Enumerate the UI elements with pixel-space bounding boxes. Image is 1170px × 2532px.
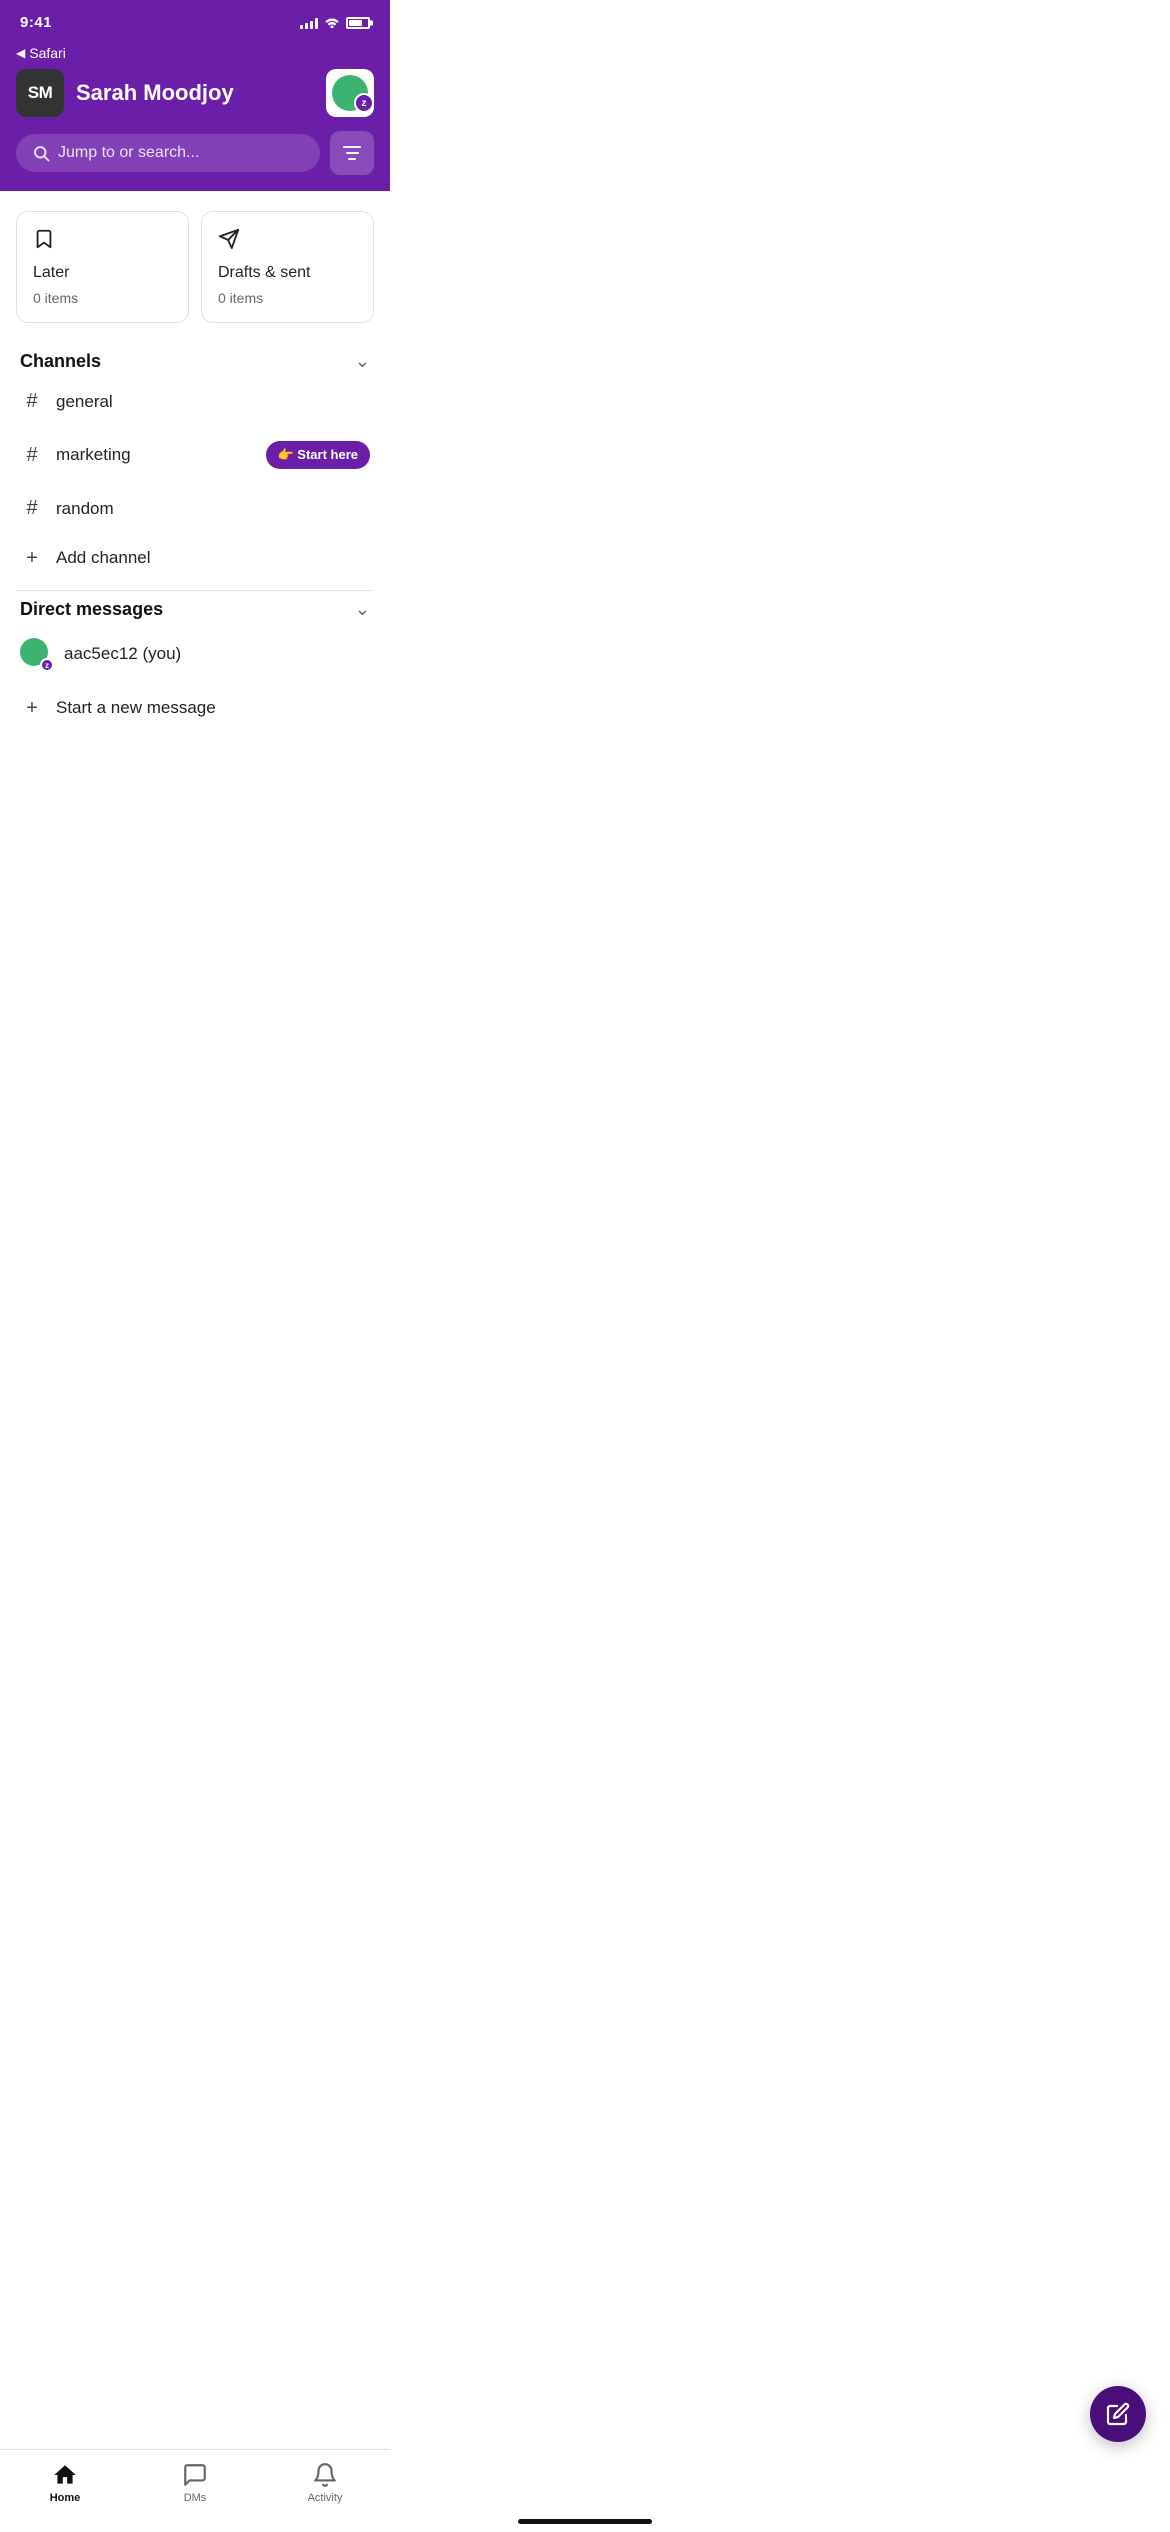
battery-icon <box>346 17 370 29</box>
workspace-avatar[interactable]: SM <box>16 69 64 117</box>
main-content: Later 0 items Drafts & sent 0 items Chan… <box>0 191 390 880</box>
new-message-label: Start a new message <box>56 698 216 718</box>
workspace-name: Sarah Moodjoy <box>76 80 234 106</box>
dm-name-self: aac5ec12 (you) <box>64 644 181 664</box>
user-avatar-circle <box>332 75 368 111</box>
later-card[interactable]: Later 0 items <box>16 211 189 323</box>
status-icons <box>300 15 370 31</box>
user-avatar[interactable] <box>326 69 374 117</box>
search-icon <box>32 144 50 162</box>
bookmark-icon <box>33 228 172 256</box>
dm-collapse-icon[interactable]: ⌄ <box>355 599 370 620</box>
compose-fab[interactable] <box>1090 2386 1146 2442</box>
start-here-text: 👉 Start here <box>278 447 359 463</box>
dm-section-header: Direct messages ⌄ <box>16 599 374 620</box>
send-icon <box>218 228 357 256</box>
quick-actions: Later 0 items Drafts & sent 0 items <box>16 211 374 323</box>
header: ◀ Safari SM Sarah Moodjoy Jump to or sea… <box>0 37 390 191</box>
channel-item-random[interactable]: # random <box>16 483 374 534</box>
new-message-item[interactable]: + Start a new message <box>16 684 374 732</box>
plus-icon-channel: + <box>20 548 44 568</box>
channel-name-marketing: marketing <box>56 445 254 465</box>
workspace-initials: SM <box>28 83 53 103</box>
wifi-icon <box>324 15 340 31</box>
search-bar[interactable]: Jump to or search... <box>16 134 320 172</box>
activity-icon <box>312 2462 338 2488</box>
bottom-nav: Home DMs Activity <box>0 2449 390 2532</box>
hash-icon-general: # <box>20 390 44 413</box>
later-title: Later <box>33 264 172 282</box>
dm-title: Direct messages <box>20 599 163 620</box>
home-label: Home <box>50 2492 81 2504</box>
dm-avatar-status: z <box>40 658 54 672</box>
header-left: SM Sarah Moodjoy <box>16 69 234 117</box>
dm-icon <box>182 2462 208 2488</box>
add-channel-item[interactable]: + Add channel <box>16 534 374 582</box>
back-arrow-icon: ◀ <box>16 46 25 60</box>
home-indicator <box>518 2519 652 2524</box>
channel-item-general[interactable]: # general <box>16 376 374 427</box>
status-bar: 9:41 <box>0 0 390 37</box>
channel-name-random: random <box>56 499 370 519</box>
back-nav[interactable]: ◀ Safari <box>16 45 374 61</box>
plus-icon-dm: + <box>20 698 44 718</box>
start-here-badge: 👉 Start here <box>266 441 371 469</box>
drafts-count: 0 items <box>218 290 357 306</box>
status-time: 9:41 <box>20 14 52 31</box>
later-count: 0 items <box>33 290 172 306</box>
signal-icon <box>300 17 318 29</box>
hash-icon-random: # <box>20 497 44 520</box>
hash-icon-marketing: # <box>20 444 44 467</box>
drafts-card[interactable]: Drafts & sent 0 items <box>201 211 374 323</box>
header-main: SM Sarah Moodjoy <box>16 69 374 117</box>
nav-tab-activity[interactable]: Activity <box>260 2462 390 2504</box>
compose-icon <box>1106 2402 1130 2426</box>
channels-title: Channels <box>20 351 101 372</box>
activity-label: Activity <box>308 2492 343 2504</box>
back-nav-label: Safari <box>29 45 66 61</box>
drafts-title: Drafts & sent <box>218 264 357 282</box>
nav-tab-dms[interactable]: DMs <box>130 2462 260 2504</box>
channels-section-header: Channels ⌄ <box>16 351 374 372</box>
channel-name-general: general <box>56 392 370 412</box>
home-icon <box>52 2462 78 2488</box>
channels-collapse-icon[interactable]: ⌄ <box>355 351 370 372</box>
add-channel-label: Add channel <box>56 548 370 568</box>
search-placeholder: Jump to or search... <box>58 144 199 162</box>
nav-tab-home[interactable]: Home <box>0 2462 130 2504</box>
search-row: Jump to or search... <box>16 131 374 175</box>
channels-section: Channels ⌄ # general # marketing 👉 Start… <box>16 351 374 582</box>
filter-button[interactable] <box>330 131 374 175</box>
dm-avatar-self: z <box>20 638 52 670</box>
dm-section: Direct messages ⌄ z aac5ec12 (you) + Sta… <box>16 599 374 732</box>
filter-icon <box>343 146 361 160</box>
dm-item-self[interactable]: z aac5ec12 (you) <box>16 624 374 684</box>
channel-item-marketing[interactable]: # marketing 👉 Start here <box>16 427 374 483</box>
section-divider <box>16 590 374 591</box>
dms-label: DMs <box>184 2492 207 2504</box>
